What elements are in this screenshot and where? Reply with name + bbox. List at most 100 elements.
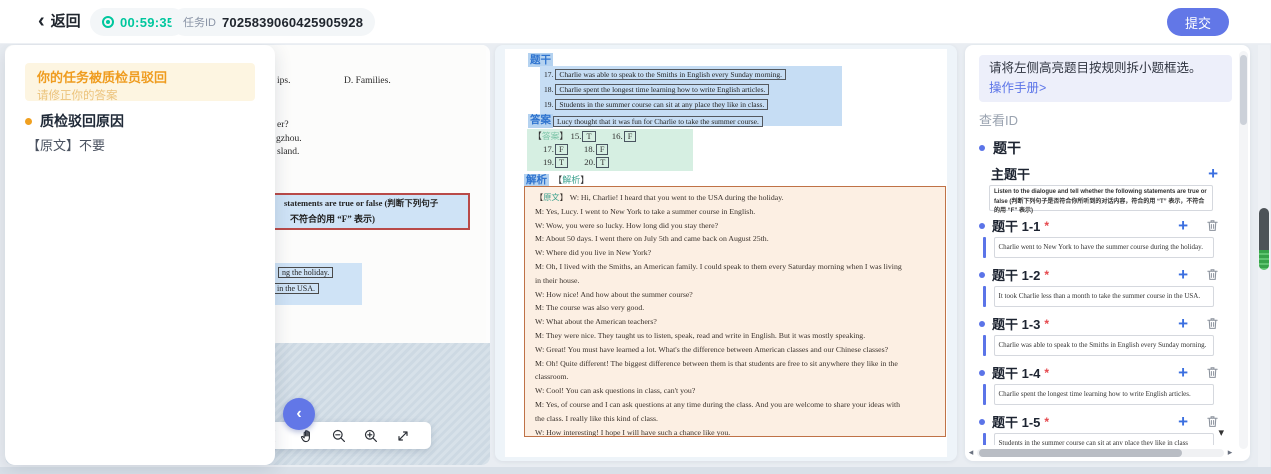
dialogue-line: W: How interesting! I hope I will have s… xyxy=(535,426,937,437)
answer-letter-box[interactable]: F xyxy=(555,144,568,155)
split-question-panel: 请将左侧高亮题目按规则拆小题框选。 操作手册> 查看ID 题干 主题干 + Li… xyxy=(965,45,1250,461)
answer-letter-box[interactable]: T xyxy=(596,157,609,168)
dialogue-line: W: How nice! And how about the summer co… xyxy=(535,288,937,302)
question-box[interactable]: Charlie spent the longest time learning … xyxy=(555,84,769,95)
answer-number: 20. xyxy=(584,157,595,167)
scroll-left-arrow-icon[interactable]: ◂ xyxy=(967,447,975,458)
add-stem-icon[interactable]: + xyxy=(1178,414,1188,430)
delete-stem-icon[interactable] xyxy=(1205,218,1220,233)
stem-text-input[interactable]: Students in the summer course can sit at… xyxy=(994,433,1214,445)
bottom-strip xyxy=(0,467,1271,474)
view-id-label[interactable]: 查看ID xyxy=(979,110,1232,129)
question-box[interactable]: Students in the summer course can sit at… xyxy=(555,99,768,110)
answer-number: 17. xyxy=(543,144,554,154)
back-label: 返回 xyxy=(51,10,81,31)
timer-icon xyxy=(102,16,114,28)
rejection-subtitle: 请修正你的答案 xyxy=(37,87,243,103)
answer-letter-box[interactable]: F xyxy=(624,131,637,142)
answer-number: 15. xyxy=(570,131,581,141)
answer-letter-box[interactable]: F xyxy=(596,144,609,155)
bullet-dot-icon xyxy=(979,321,985,327)
dialogue-line: M: Oh! Quite different! The biggest diff… xyxy=(535,357,937,371)
item-accent-bar xyxy=(983,335,986,356)
dialogue-line: M: They were nice. They taught us to lis… xyxy=(535,329,937,343)
dialogue-line: the class. I really like this kind of cl… xyxy=(535,412,937,426)
zoom-in-icon[interactable] xyxy=(363,428,379,444)
dialogue-line: W: What about the American teachers? xyxy=(535,315,937,329)
stem-highlight-line2: 不符合的用 “F” 表示) xyxy=(290,212,468,225)
source-bracket-label: 原文 xyxy=(543,193,559,202)
scrollbar-thumb[interactable] xyxy=(1240,55,1247,125)
answer-row: 17.F 18.F xyxy=(533,143,687,156)
dialogue-line: M: The course was also very good. xyxy=(535,301,937,315)
selected-stem-highlight[interactable]: statements are true or false (判断下列句子 不符合… xyxy=(258,193,470,230)
scrollbar-thumb[interactable] xyxy=(979,449,1182,457)
add-stem-icon[interactable]: + xyxy=(1178,316,1188,332)
scrollbar-thumb-green xyxy=(1259,250,1269,270)
answer-number: 18. xyxy=(584,144,595,154)
doc-text-fragment: gzhou. xyxy=(276,134,302,144)
instruction-box: 请将左侧高亮题目按规则拆小题框选。 操作手册> xyxy=(979,55,1232,102)
question-box[interactable]: Lucy thought that it was fun for Charlie… xyxy=(553,116,763,127)
question-number: 18. xyxy=(544,85,553,94)
add-stem-icon[interactable]: + xyxy=(1178,365,1188,381)
add-stem-icon[interactable]: + xyxy=(1178,218,1188,234)
question-box-15[interactable]: ng the holiday. xyxy=(278,267,333,278)
dialogue-line: classroom. xyxy=(535,370,937,384)
delete-stem-icon[interactable] xyxy=(1205,267,1220,282)
submit-button[interactable]: 提交 xyxy=(1167,8,1229,36)
stem-highlight-block[interactable]: 17.Charlie was able to speak to the Smit… xyxy=(540,66,842,126)
scroll-right-arrow-icon[interactable]: ▸ xyxy=(1226,447,1234,458)
question-box-16[interactable]: in the USA. xyxy=(273,283,319,294)
dialogue-line: M: Oh, I lived with the Smiths, an Ameri… xyxy=(535,260,937,274)
add-stem-icon[interactable]: + xyxy=(1178,267,1188,283)
question-box[interactable]: Charlie was able to speak to the Smiths … xyxy=(555,69,786,80)
answer-number: 16. xyxy=(612,131,623,141)
panel-vertical-scrollbar[interactable] xyxy=(1239,51,1248,449)
question-row-18: 18.Charlie spent the longest time learni… xyxy=(544,84,769,95)
answer-row: 19.T 20.T xyxy=(533,156,687,169)
delete-stem-icon[interactable] xyxy=(1205,316,1220,331)
pan-hand-icon[interactable] xyxy=(299,428,315,444)
back-chevron-icon: ‹ xyxy=(38,12,45,30)
answer-letter-box[interactable]: T xyxy=(582,131,595,142)
collapse-panel-button[interactable]: ‹ xyxy=(283,398,315,430)
split-panel-content: 请将左侧高亮题目按规则拆小题框选。 操作手册> 查看ID 题干 主题干 + Li… xyxy=(965,45,1236,445)
back-button[interactable]: ‹ 返回 xyxy=(38,10,81,31)
answer-letter-box[interactable]: T xyxy=(555,157,568,168)
collapse-chevron-icon: ‹ xyxy=(296,405,301,423)
dialogue-line: 【原文】 W: Hi, Charlie! I heard that you we… xyxy=(535,191,937,205)
top-bar: ‹ 返回 00:59:35 任务ID 7025839060425905928 提… xyxy=(0,0,1271,44)
add-main-stem-icon[interactable]: + xyxy=(1208,166,1218,182)
doc-text-fragment: D. Families. xyxy=(344,76,391,86)
stem-text-input[interactable]: It took Charlie less than a month to tak… xyxy=(994,286,1214,307)
page-scrollbar[interactable] xyxy=(1258,45,1270,467)
transcript-box: 【原文】 W: Hi, Charlie! I heard that you we… xyxy=(524,186,946,437)
bracket: 【 xyxy=(533,131,542,141)
task-id-value: 7025839060425905928 xyxy=(222,15,363,30)
bullet-dot-icon xyxy=(979,223,985,229)
stem-text-input[interactable]: Charlie was able to speak to the Smiths … xyxy=(994,335,1214,356)
rejection-banner: 你的任务被质检员驳回 请修正你的答案 xyxy=(25,63,255,101)
scrollbar-track[interactable] xyxy=(977,449,1224,457)
timer-value: 00:59:35 xyxy=(120,15,174,30)
item-accent-bar xyxy=(983,286,986,307)
bracket: 】 xyxy=(559,131,568,141)
delete-stem-icon[interactable] xyxy=(1205,365,1220,380)
required-asterisk: * xyxy=(1044,317,1049,331)
bullet-dot-icon xyxy=(25,118,32,125)
manual-link[interactable]: 操作手册> xyxy=(989,77,1222,96)
stem-item-label: 题干 1-5 xyxy=(992,412,1040,431)
panel-horizontal-scrollbar[interactable]: ◂ ▸ xyxy=(967,447,1234,458)
stem-text-input[interactable]: Charlie went to New York to have the sum… xyxy=(994,237,1214,258)
answer-row: 【答案】 15.T 16.F xyxy=(533,130,687,143)
rejection-reason-text: 【原文】不要 xyxy=(27,135,105,154)
scroll-down-caret-icon[interactable]: ▾ xyxy=(1218,426,1224,439)
fullscreen-icon[interactable] xyxy=(395,428,411,444)
stem-text-input[interactable]: Charlie spent the longest time learning … xyxy=(994,384,1214,405)
zoom-out-icon[interactable] xyxy=(331,428,347,444)
main-stem-input[interactable]: Listen to the dialogue and tell whether … xyxy=(989,185,1213,211)
question-number: 19. xyxy=(544,100,553,109)
scrollbar-thumb[interactable] xyxy=(1259,208,1269,270)
instruction-text: 请将左侧高亮题目按规则拆小题框选。 xyxy=(989,60,1222,77)
